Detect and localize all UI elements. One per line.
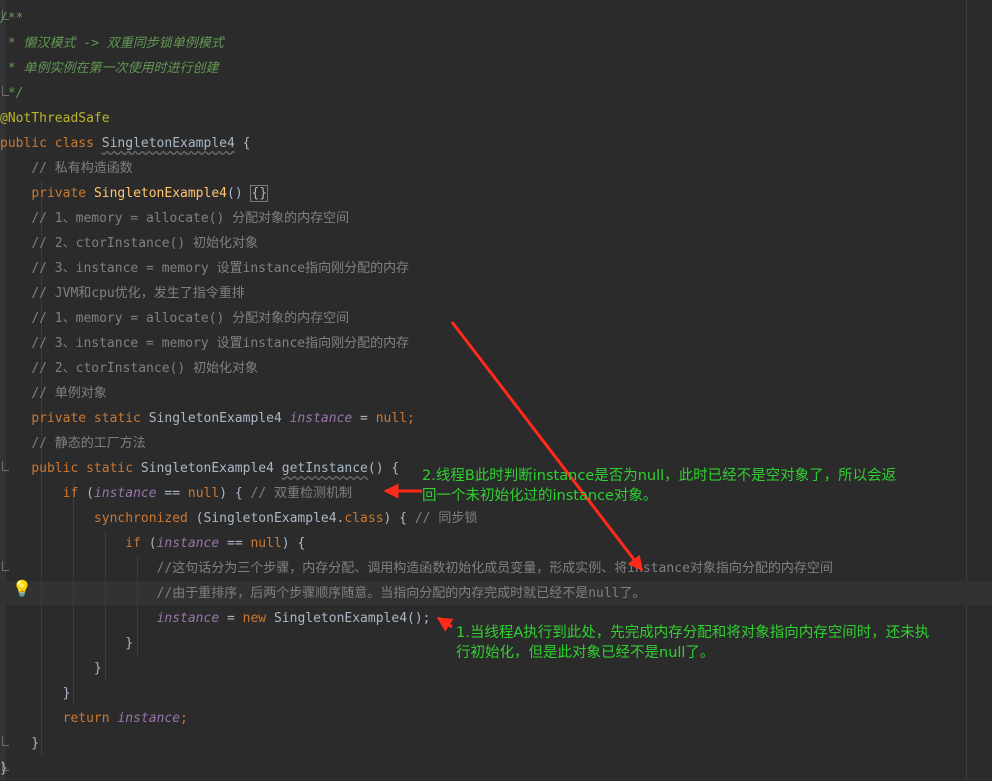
thread-a-annotation: 1.当线程A执行到此处，先完成内存分配和将对象指向内存空间时，还未执 行初始化，… [456,623,929,663]
arrow-to-constructor-call [436,616,454,632]
thread-b-annotation: 2.线程B此时判断instance是否为null，此时已经不是空对象了，所以会返… [422,466,896,506]
arrow-to-instance-assignment [450,321,644,572]
annotation-arrows [383,321,644,632]
thread-a-annotation-line1: 1.当线程A执行到此处，先完成内存分配和将对象指向内存空间时，还未执 [456,625,930,641]
thread-b-annotation-line2: 回一个未初始化过的instance对象。 [422,488,658,504]
thread-b-annotation-line1: 2.线程B此时判断instance是否为null，此时已经不是空对象了，所以会返 [422,468,897,484]
thread-a-annotation-line2: 行初始化，但是此对象已经不是null了。 [456,645,715,661]
